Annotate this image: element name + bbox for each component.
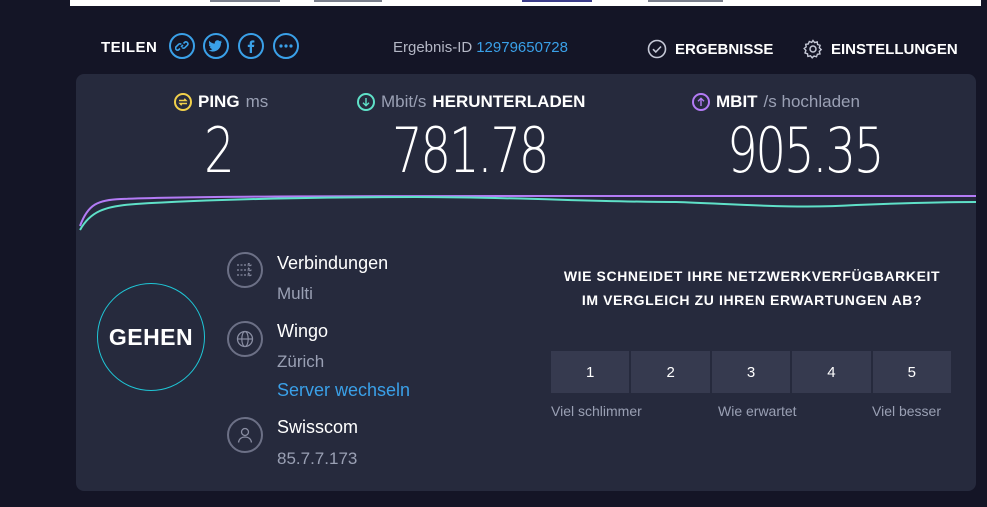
- link-icon[interactable]: [169, 33, 195, 59]
- more-icon[interactable]: [273, 33, 299, 59]
- rating-scale: 1 2 3 4 5: [551, 351, 952, 393]
- settings-label: EINSTELLUNGEN: [831, 40, 958, 58]
- upload-value: 905.35: [727, 114, 885, 187]
- upload-icon: [692, 93, 710, 111]
- connections-value: Multi: [277, 284, 313, 303]
- result-id: Ergebnis-ID 12979650728: [393, 39, 568, 56]
- upload-title: MBIT: [716, 92, 758, 111]
- download-title: HERUNTERLADEN: [432, 92, 586, 111]
- globe-icon: [227, 321, 263, 357]
- upload-metric: MBIT /s hochladen 905.35: [692, 92, 926, 187]
- download-unit: Mbit/s: [381, 92, 427, 111]
- result-id-label: Ergebnis-ID: [393, 39, 473, 56]
- go-button[interactable]: GEHEN: [97, 283, 205, 391]
- survey-question: WIE SCHNEIDET IHRE NETZWERKVERFÜGBARKEIT…: [563, 268, 941, 308]
- strip-thumb: [522, 0, 592, 2]
- ping-value: 2: [204, 114, 235, 187]
- speed-graph: [79, 194, 976, 231]
- scale-high-label: Viel besser: [872, 403, 942, 419]
- connections-title: Verbindungen: [277, 253, 389, 273]
- ping-icon: [174, 93, 192, 111]
- check-circle-icon: [647, 39, 667, 59]
- top-browser-strip: [70, 0, 981, 6]
- results-label: ERGEBNISSE: [675, 40, 774, 58]
- settings-nav[interactable]: EINSTELLUNGEN: [803, 39, 958, 59]
- facebook-icon[interactable]: [238, 33, 264, 59]
- download-value: 781.78: [392, 114, 550, 187]
- ping-metric: PING ms 2: [174, 92, 268, 187]
- connections-icon: [227, 252, 263, 288]
- server-location: Zürich: [277, 352, 325, 371]
- twitter-icon[interactable]: [203, 33, 229, 59]
- rating-option-2[interactable]: 2: [631, 351, 710, 393]
- scale-low-label: Viel schlimmer: [551, 403, 642, 419]
- gear-icon: [803, 39, 823, 59]
- strip-thumb: [648, 0, 723, 2]
- results-panel: PING ms 2 Mbit/s HERUNTERLADEN 781.78 MB…: [76, 74, 976, 491]
- rating-option-1[interactable]: 1: [551, 351, 630, 393]
- ping-title: PING: [198, 92, 240, 111]
- download-metric: Mbit/s HERUNTERLADEN 781.78: [357, 92, 591, 187]
- strip-thumb: [210, 0, 280, 2]
- user-icon: [227, 417, 263, 453]
- download-icon: [357, 93, 375, 111]
- download-line: [79, 195, 976, 231]
- results-nav[interactable]: ERGEBNISSE: [647, 39, 773, 59]
- provider-ip: 85.7.7.173: [277, 449, 358, 468]
- provider-title: Swisscom: [277, 417, 359, 437]
- rating-option-4[interactable]: 4: [792, 351, 871, 393]
- rating-option-5[interactable]: 5: [872, 351, 952, 393]
- rating-option-3[interactable]: 3: [711, 351, 791, 393]
- result-id-value[interactable]: 12979650728: [476, 39, 568, 56]
- upload-unit: /s hochladen: [763, 92, 860, 111]
- change-server-link[interactable]: Server wechseln: [277, 380, 410, 401]
- ping-unit: ms: [245, 92, 269, 111]
- strip-thumb: [314, 0, 382, 2]
- share-label: TEILEN: [101, 39, 158, 56]
- results-header: TEILEN Ergebnis-ID 12979650728 ERGEBNISSE…: [0, 30, 987, 66]
- scale-mid-label: Wie erwartet: [718, 403, 797, 419]
- server-title: Wingo: [277, 321, 329, 341]
